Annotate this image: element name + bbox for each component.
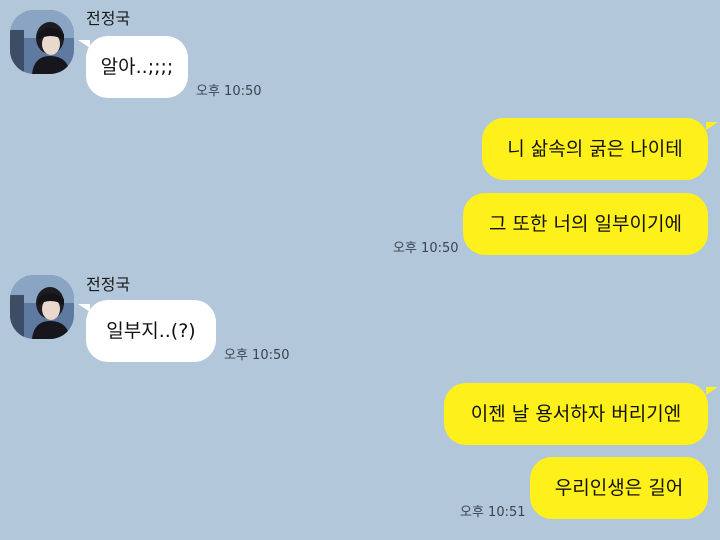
sender-avatar[interactable]: [10, 275, 74, 339]
outgoing-message-bubble[interactable]: 그 또한 너의 일부이기에: [463, 193, 708, 255]
sender-name: 전정국: [86, 275, 131, 294]
outgoing-message-bubble[interactable]: 니 삶속의 굵은 나이테: [482, 118, 708, 180]
outgoing-message-bubble[interactable]: 우리인생은 길어: [530, 457, 708, 519]
sender-name: 전정국: [86, 9, 131, 28]
incoming-message-bubble[interactable]: 일부지..(?): [86, 300, 216, 362]
bubble-tail: [78, 304, 90, 312]
message-timestamp: 오후 10:50: [224, 348, 290, 363]
message-timestamp: 오후 10:50: [393, 241, 459, 256]
bubble-tail: [706, 122, 718, 130]
incoming-message-bubble[interactable]: 알아..;;;;: [86, 36, 188, 98]
sender-avatar[interactable]: [10, 10, 74, 74]
bubble-tail: [706, 387, 718, 395]
outgoing-message-bubble[interactable]: 이젠 날 용서하자 버리기엔: [444, 383, 708, 445]
bubble-tail: [78, 40, 90, 48]
message-timestamp: 오후 10:51: [460, 505, 526, 520]
message-timestamp: 오후 10:50: [196, 84, 262, 99]
